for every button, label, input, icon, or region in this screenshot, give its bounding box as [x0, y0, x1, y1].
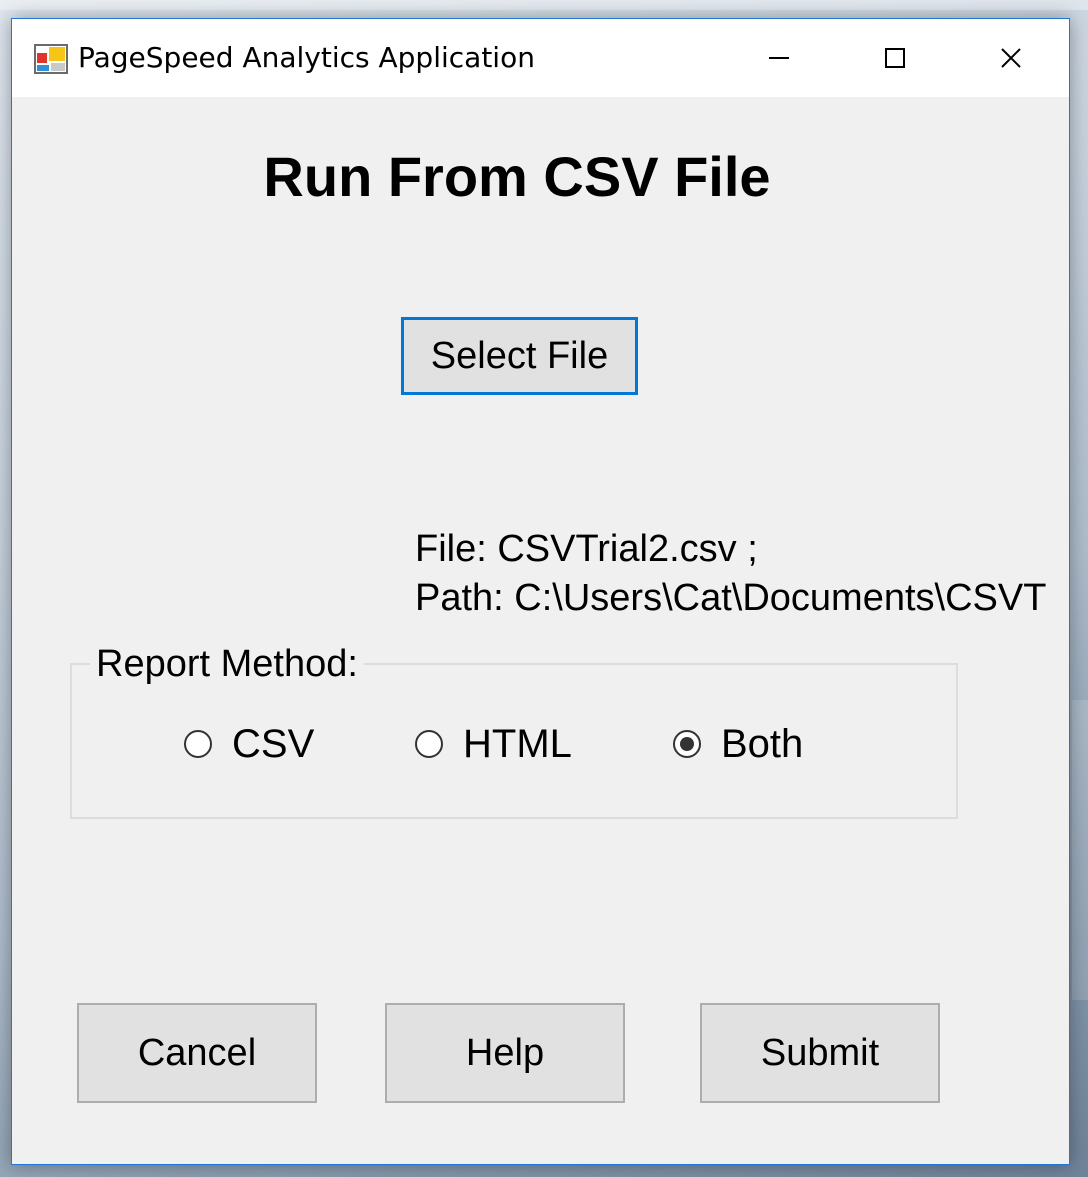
select-file-button[interactable]: Select File [401, 317, 638, 395]
minimize-button[interactable] [721, 19, 837, 97]
app-icon [34, 41, 68, 75]
minimize-icon [768, 47, 790, 69]
desktop-background-streak [1072, 700, 1088, 1000]
radio-both-circle[interactable] [673, 730, 701, 758]
file-name-text: File: CSVTrial2.csv ; [415, 528, 758, 570]
close-button[interactable] [953, 19, 1069, 97]
radio-html[interactable]: HTML [415, 719, 572, 769]
maximize-button[interactable] [837, 19, 953, 97]
radio-csv-label[interactable]: CSV [232, 722, 314, 767]
radio-both[interactable]: Both [673, 719, 803, 769]
file-path-text: Path: C:\Users\Cat\Documents\CSVT [415, 577, 1047, 619]
app-window: PageSpeed Analytics Application Run From… [11, 18, 1070, 1165]
help-button[interactable]: Help [385, 1003, 625, 1103]
page-title: Run From CSV File [263, 145, 771, 208]
cancel-button[interactable]: Cancel [77, 1003, 317, 1103]
submit-button[interactable]: Submit [700, 1003, 940, 1103]
radio-html-circle[interactable] [415, 730, 443, 758]
window-title: PageSpeed Analytics Application [78, 41, 535, 74]
title-bar[interactable]: PageSpeed Analytics Application [12, 19, 1069, 97]
radio-html-label[interactable]: HTML [463, 722, 572, 767]
report-method-label: Report Method: [90, 643, 364, 686]
radio-selected-dot [680, 737, 694, 751]
radio-both-label[interactable]: Both [721, 722, 803, 767]
desktop-background [0, 0, 1088, 10]
file-info: File: CSVTrial2.csv ; Path: C:\Users\Cat… [415, 525, 1046, 623]
close-icon [1000, 47, 1022, 69]
maximize-icon [884, 47, 906, 69]
radio-csv-circle[interactable] [184, 730, 212, 758]
radio-csv[interactable]: CSV [184, 719, 314, 769]
